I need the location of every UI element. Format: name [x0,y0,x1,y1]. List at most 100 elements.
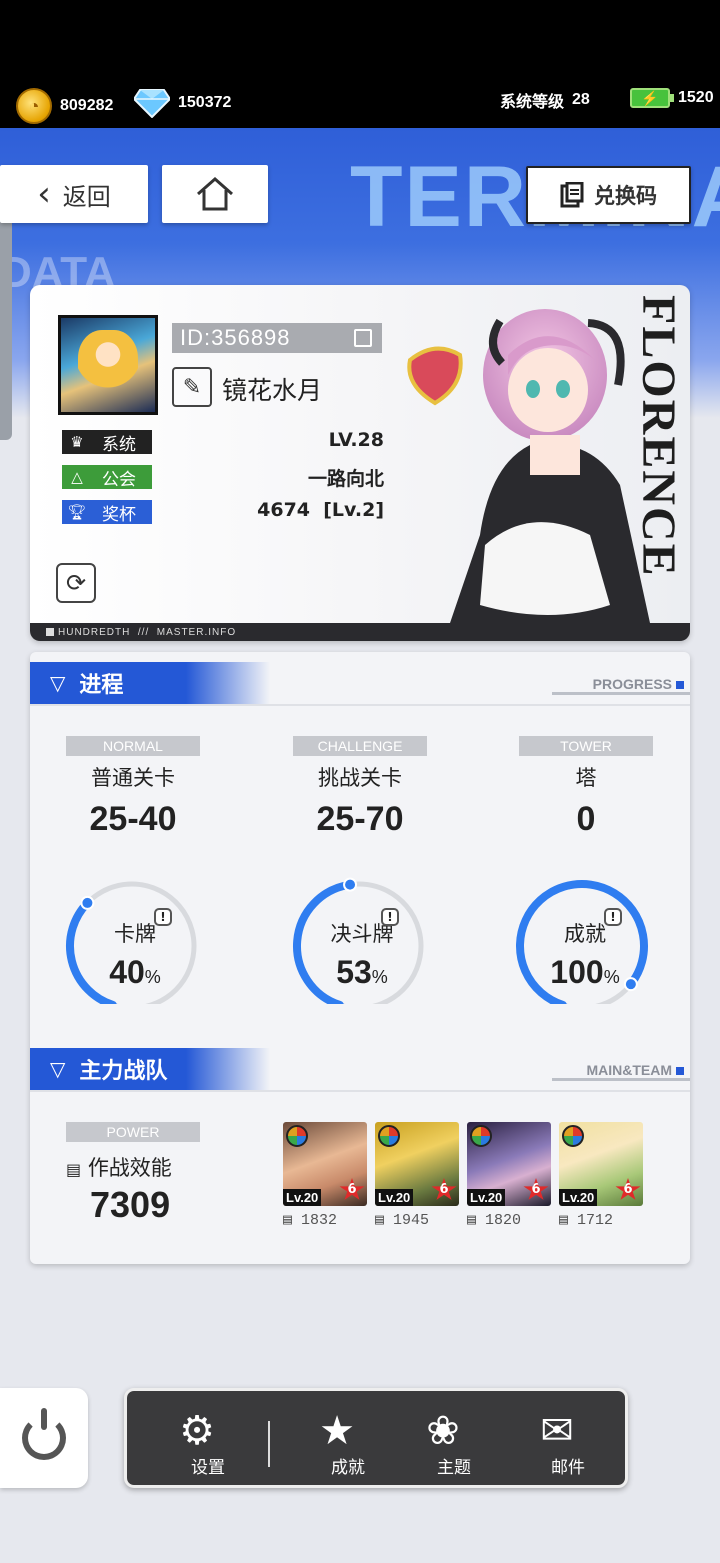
copy-icon[interactable] [354,329,372,347]
star-rank-badge: 6 [615,1178,641,1200]
progress-tower: TOWER 塔 0 [486,736,686,839]
profile-card: ID:356898 ✎ 镜花水月 ♛ 系统 △ 公会 🏆︎ 奖杯 LV.28 一… [30,285,690,641]
player-id: ID:356898 [172,323,382,353]
back-button[interactable]: ‹ 返回 [0,165,148,223]
gauge-duel-percent: 53% [336,954,388,990]
system-level-label: 系统等级 [500,94,565,111]
gold-coin-icon: ◔ [16,88,52,124]
tag-guild: △ 公会 [62,465,152,490]
trophy-value: 4674 [Lv.2] [257,499,384,521]
team-title-en: MAIN&TEAM [552,1062,690,1081]
player-nickname: 镜花水月 [222,376,323,405]
progress-title: 进程 [79,673,124,698]
team-title-en-text: MAIN&TEAM [586,1062,672,1078]
document-icon [560,182,584,208]
flower-icon: ❀ [426,1408,460,1454]
tag-trophy-label: 奖杯 [102,504,136,525]
nav-settings-label: 设置 [191,1458,225,1478]
element-icon [562,1125,584,1147]
gauge-cards[interactable]: 卡牌 40% ! [60,874,210,1004]
nav-theme[interactable]: ❀ 主题 [393,1403,483,1479]
tag-system-label: 系统 [102,434,136,455]
power-off-button[interactable] [0,1388,88,1488]
power-label-cn: ▤ 作战效能 [66,1152,172,1182]
gem-counter: 150372 [134,88,231,118]
team-card[interactable]: Lv.20 6 ▤ 1712 [559,1122,643,1229]
system-level-value: 28 [572,91,590,108]
nav-mail-label: 邮件 [551,1458,585,1478]
nav-settings[interactable]: ⚙ 设置 [147,1403,237,1479]
info-icon[interactable]: ! [154,908,172,926]
trophy-icon: 🏆︎ [67,503,87,521]
star-icon: ★ [319,1408,355,1454]
back-label: 返回 [62,182,111,211]
gauge-end-dot [343,877,358,892]
energy-amount: 1520 [678,89,714,106]
element-icon [286,1125,308,1147]
power-value: 7309 [90,1184,171,1225]
tower-value: 0 [576,800,596,838]
tower-label-cn: 塔 [575,766,597,790]
normal-value: 25-40 [89,800,177,838]
redeem-code-button[interactable]: 兑换码 [526,166,691,224]
element-icon [470,1125,492,1147]
gauge-achievements[interactable]: 成就 100% ! [510,874,660,1004]
power-icon: ▤ [66,1160,82,1179]
gear-icon: ⚙ [179,1408,215,1454]
section-header-progress: ▽ 进程 [30,662,270,704]
star-rank-badge: 6 [431,1178,457,1200]
challenge-value: 25-70 [316,800,404,838]
section-header-team: ▽ 主力战队 [30,1048,270,1090]
nav-mail[interactable]: ✉ 邮件 [507,1403,597,1479]
card-level: Lv.20 [559,1189,598,1206]
power-icon: ▤ [559,1212,578,1229]
progress-panel: ▽ 进程 PROGRESS NORMAL 普通关卡 25-40 CHALLENG… [30,652,690,1264]
team-title: 主力战队 [79,1059,168,1084]
gold-counter: ◔ 809282 [16,88,113,124]
divider [30,1090,690,1092]
mail-icon: ✉ [540,1408,574,1454]
card-power: ▤ 1945 [375,1212,430,1229]
power-icon: ▤ [375,1212,394,1229]
nav-achievements-label: 成就 [331,1458,365,1478]
tower-label-en: TOWER [519,736,653,756]
info-icon[interactable]: ! [604,908,622,926]
card-level: Lv.20 [375,1189,414,1206]
progress-normal: NORMAL 普通关卡 25-40 [33,736,233,839]
power-icon: ▤ [467,1212,486,1229]
progress-title-en: PROGRESS [552,676,690,695]
team-card[interactable]: Lv.20 6 ▤ 1820 [467,1122,551,1229]
normal-label-cn: 普通关卡 [91,766,175,790]
player-id-text: ID:356898 [180,325,291,350]
normal-label-en: NORMAL [66,736,200,756]
refresh-icon[interactable]: ⟳ [56,563,96,603]
info-icon[interactable]: ! [381,908,399,926]
side-drawer-handle[interactable] [0,205,12,440]
team-card[interactable]: Lv.20 6 ▤ 1945 [375,1122,459,1229]
player-avatar[interactable] [58,315,158,415]
system-level: 系统等级 28 [500,88,590,112]
battery-icon: ⚡ [630,88,674,108]
nav-achievements[interactable]: ★ 成就 [287,1403,377,1479]
card-power: ▤ 1832 [283,1212,338,1229]
v-chevron-icon: ▽ [50,1057,66,1081]
challenge-label-cn: 挑战关卡 [318,766,402,790]
edit-icon[interactable]: ✎ [172,367,212,407]
gem-amount: 150372 [178,94,232,111]
gauge-cards-label: 卡牌 [114,922,156,946]
team-card[interactable]: Lv.20 6 ▤ 1832 [283,1122,367,1229]
crown-icon: ♛ [70,433,84,451]
card-footer: HUNDREDTH /// MASTER.INFO [30,623,690,641]
card-footer-text: HUNDREDTH /// MASTER.INFO [58,626,237,638]
nav-theme-label: 主题 [437,1458,471,1478]
top-resource-bar: ◔ 809282 150372 系统等级 28 ⚡ 1520 [0,0,720,130]
challenge-label-en: CHALLENGE [293,736,427,756]
divider [30,704,690,706]
card-power: ▤ 1712 [559,1212,614,1229]
footer-logo-icon [46,628,54,636]
power-label-en: POWER [66,1122,200,1142]
guild-name-value: 一路向北 [307,468,384,490]
home-button[interactable] [162,165,268,223]
gauge-duel-cards[interactable]: 决斗牌 53% ! [287,874,437,1004]
card-level: Lv.20 [467,1189,506,1206]
